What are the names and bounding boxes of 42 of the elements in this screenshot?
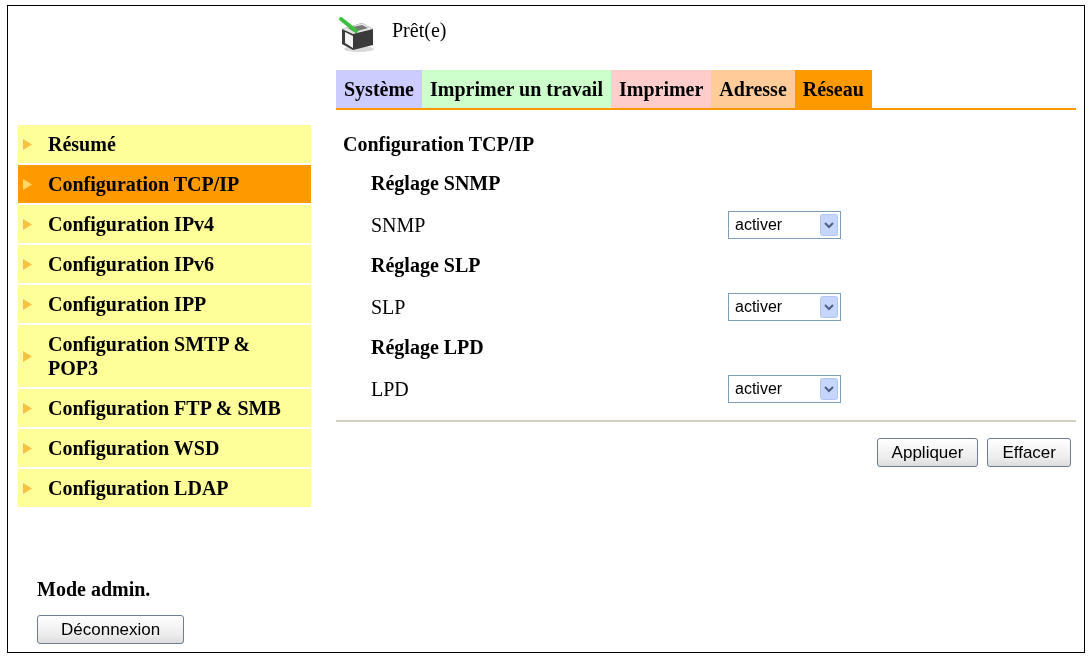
content-heading: Configuration TCP/IP	[342, 132, 536, 158]
sidebar-item[interactable]: Configuration WSD	[18, 429, 311, 467]
setting-label: SLP	[371, 294, 406, 319]
section-heading: Réglage LPD	[370, 335, 485, 361]
sidebar-item[interactable]: Configuration IPv4	[18, 205, 311, 243]
chevron-down-icon	[820, 295, 838, 318]
triangle-right-icon	[23, 350, 32, 362]
triangle-right-icon	[23, 178, 32, 190]
sidebar-item[interactable]: Configuration FTP & SMB	[18, 389, 311, 427]
printer-icon	[338, 15, 376, 53]
tab[interactable]: Réseau	[794, 70, 872, 108]
logout-button[interactable]: Déconnexion	[37, 615, 185, 644]
tab[interactable]: Imprimer	[610, 70, 712, 108]
form-button[interactable]: Appliquer	[876, 438, 979, 467]
triangle-right-icon	[23, 138, 32, 150]
triangle-right-icon	[23, 298, 32, 310]
chevron-down-icon	[820, 213, 838, 236]
section-heading: Réglage SLP	[370, 253, 482, 279]
sidebar-item[interactable]: Configuration IPP	[18, 285, 311, 323]
sidebar-item[interactable]: Configuration TCP/IP	[18, 165, 311, 203]
tab[interactable]: Imprimer un travail	[422, 70, 611, 108]
triangle-right-icon	[23, 218, 32, 230]
sidebar-item[interactable]: Résumé	[18, 125, 311, 163]
sidebar-item[interactable]: Configuration IPv6	[18, 245, 311, 283]
sidebar-item[interactable]: Configuration LDAP	[18, 469, 311, 507]
triangle-right-icon	[23, 442, 32, 454]
status-text: Prêt(e)	[392, 18, 447, 42]
triangle-right-icon	[23, 258, 32, 270]
admin-mode-label: Mode admin.	[37, 577, 151, 601]
form-button[interactable]: Effacer	[987, 438, 1071, 467]
section-heading: Réglage SNMP	[370, 171, 502, 197]
chevron-down-icon	[820, 377, 838, 400]
tab[interactable]: Adresse	[711, 70, 795, 108]
dropdown[interactable]: activer	[728, 374, 841, 403]
dropdown[interactable]: activer	[728, 292, 841, 321]
sidebar-item[interactable]: Configuration SMTP & POP3	[18, 325, 311, 387]
setting-label: SNMP	[371, 212, 426, 237]
dropdown[interactable]: activer	[728, 210, 841, 239]
tab[interactable]: Système	[336, 70, 422, 108]
triangle-right-icon	[23, 482, 32, 494]
triangle-right-icon	[23, 402, 32, 414]
setting-label: LPD	[371, 376, 409, 401]
